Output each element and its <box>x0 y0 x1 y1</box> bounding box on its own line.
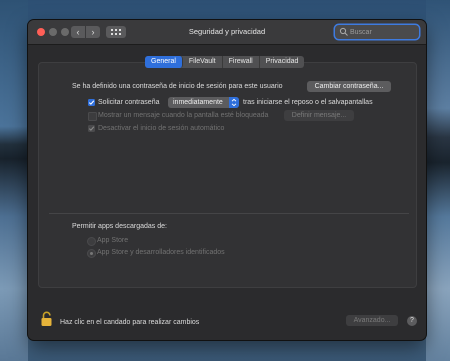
tab-general[interactable]: General <box>145 56 183 68</box>
general-panel: Se ha definido una contraseña de inicio … <box>38 62 417 288</box>
require-password-label: Solicitar contraseña <box>98 99 160 106</box>
disable-autologin-checkbox[interactable] <box>88 125 95 132</box>
password-set-text: Se ha definido una contraseña de inicio … <box>72 83 283 90</box>
search-input[interactable] <box>350 26 416 38</box>
require-suffix-text: tras iniciarse el reposo o el salvapanta… <box>243 99 373 106</box>
radio-app-store-label: App Store <box>97 237 129 244</box>
checkmark-icon <box>88 126 95 131</box>
desktop-wallpaper-right <box>426 0 450 361</box>
lock-text: Haz clic en el candado para realizar cam… <box>60 319 200 326</box>
title-bar: ‹ › Seguridad y privacidad <box>28 20 426 45</box>
show-message-label: Mostrar un mensaje cuando la pantalla es… <box>98 112 269 119</box>
search-field[interactable] <box>335 25 419 39</box>
tab-bar: General FileVault Firewall Privacidad <box>145 56 305 68</box>
select-arrows-icon <box>229 97 239 108</box>
preferences-window: ‹ › Seguridad y privacidad General FileV… <box>28 20 426 340</box>
lock-icon <box>41 311 52 326</box>
show-message-checkbox[interactable] <box>88 112 97 121</box>
require-password-checkbox[interactable] <box>88 99 95 106</box>
radio-app-store-identified[interactable] <box>87 249 96 258</box>
require-when-select[interactable]: inmediatamente <box>168 97 239 108</box>
disable-autologin-label: Desactivar el inicio de sesión automátic… <box>98 125 225 132</box>
checkmark-icon <box>88 100 95 105</box>
desktop-wallpaper-left <box>0 0 28 361</box>
require-when-value: inmediatamente <box>173 99 223 106</box>
allow-apps-label: Permitir apps descargadas de: <box>72 223 167 230</box>
help-button[interactable]: ? <box>407 316 417 326</box>
separator <box>49 213 409 214</box>
radio-app-store[interactable] <box>87 237 96 246</box>
lock-button[interactable] <box>40 311 54 327</box>
change-password-button[interactable]: Cambiar contraseña... <box>307 81 391 92</box>
tab-firewall[interactable]: Firewall <box>223 56 260 68</box>
advanced-button[interactable]: Avanzado... <box>346 315 398 326</box>
radio-app-store-identified-label: App Store y desarrolladores identificado… <box>97 249 225 256</box>
tab-privacidad[interactable]: Privacidad <box>260 56 305 68</box>
set-message-button[interactable]: Definir mensaje... <box>284 110 354 121</box>
search-icon <box>339 27 348 36</box>
tab-filevault[interactable]: FileVault <box>183 56 223 68</box>
